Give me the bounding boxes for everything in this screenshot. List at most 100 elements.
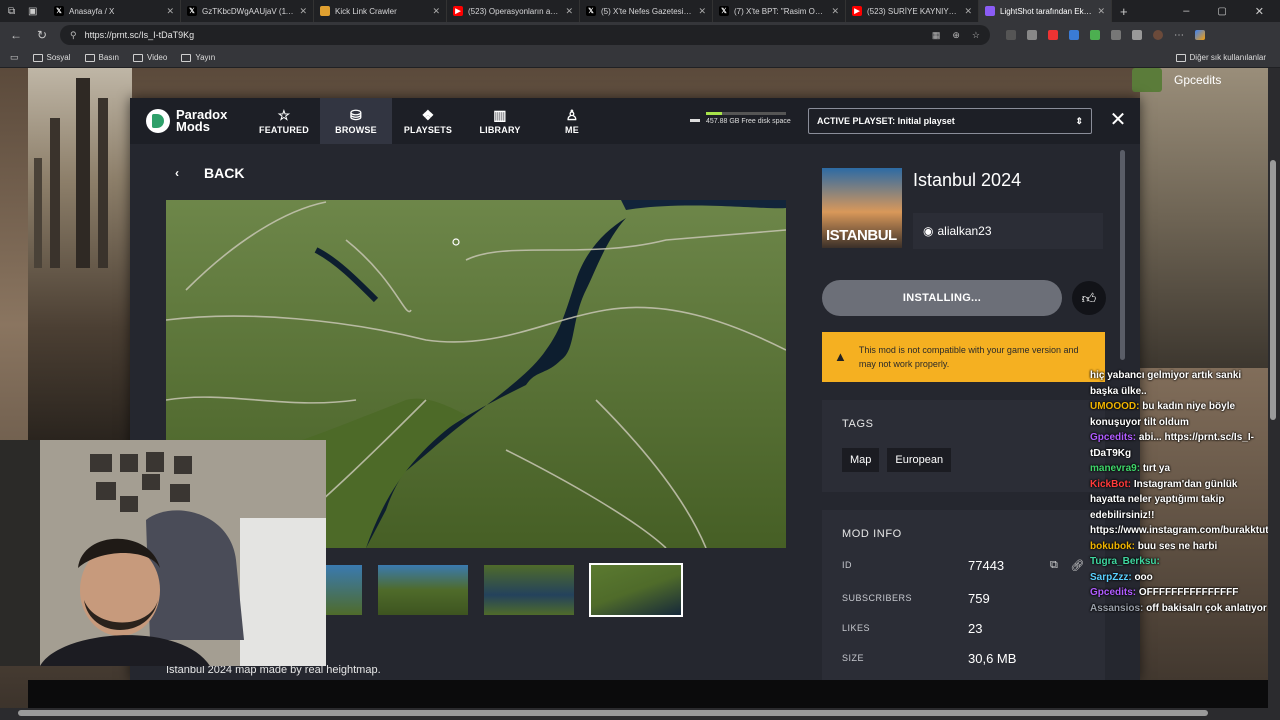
url-text: https://prnt.sc/Is_I-tDaT9Kg [84, 30, 195, 40]
city-scene-right [1140, 68, 1272, 368]
like-button[interactable]: 👍︎ [1072, 281, 1106, 315]
window-menu-icon[interactable]: ⧉ [8, 6, 24, 17]
chat-username[interactable]: Assansios: [1090, 603, 1143, 614]
chat-text: buu ses ne harbi [1137, 540, 1218, 552]
close-tab-icon[interactable]: ✕ [432, 6, 440, 17]
close-window-button[interactable]: ✕ [1255, 5, 1264, 18]
thumbnail[interactable] [378, 565, 468, 615]
tab-title: Anasayfa / X [69, 6, 115, 16]
tab-actions-icon[interactable]: ▣ [28, 6, 44, 17]
thumbnail[interactable] [326, 565, 362, 615]
bookmark-folder[interactable]: Video [133, 53, 167, 62]
nav-label: ME [565, 124, 579, 135]
close-tab-icon[interactable]: ✕ [964, 6, 972, 17]
profile-avatar[interactable] [1153, 29, 1163, 40]
nav-me[interactable]: ♙ ME [536, 98, 608, 144]
copilot-icon[interactable] [1195, 29, 1205, 40]
chat-username[interactable]: UMOOOD: [1090, 401, 1139, 412]
bookmark-folder[interactable]: Basın [84, 53, 119, 62]
tab-groups-icon[interactable]: ▭ [10, 52, 19, 63]
minimize-button[interactable]: – [1183, 5, 1189, 17]
active-playset-select[interactable]: ACTIVE PLAYSET: Initial playset ⇕ [808, 108, 1092, 134]
link-icon[interactable]: 🔗︎ [1070, 559, 1084, 572]
close-tab-icon[interactable]: ✕ [1097, 6, 1105, 17]
browser-tab[interactable]: ▶ (523) Operasyonların arka ✕ [447, 0, 580, 22]
chat-username[interactable]: Gpcedits: [1090, 587, 1136, 598]
browser-tab[interactable]: 𝕏 GzTKbcDWgAAUjaV (1151 ✕ [181, 0, 314, 22]
disk-free-text: 457.88 GB Free disk space [706, 118, 791, 125]
mod-thumbnail-label: ISTANBUL [826, 227, 897, 244]
bookmark-folder[interactable]: Sosyal [32, 53, 71, 62]
extension-icon[interactable] [1132, 29, 1142, 40]
disk-icon: ▬ [690, 113, 700, 125]
info-row-id: ID 77443 ⧉ 🔗︎ [842, 558, 1092, 573]
browser-tab[interactable]: 𝕏 (7) X'te BPT: "Rasim Ozan ✕ [713, 0, 846, 22]
chat-message: Tugra_Berksu: [1090, 554, 1270, 570]
horizontal-scroll-thumb[interactable] [18, 710, 1208, 716]
chat-username[interactable]: SarpZzz: [1090, 572, 1132, 583]
new-tab-button[interactable]: + [1120, 4, 1128, 19]
tab-title: LightShot tarafından Ekran [1000, 6, 1093, 16]
close-tab-icon[interactable]: ✕ [299, 6, 307, 17]
url-field[interactable]: ⚲ https://prnt.sc/Is_I-tDaT9Kg ▦ ⊕ ☆ [60, 25, 990, 45]
close-tab-icon[interactable]: ✕ [698, 6, 706, 17]
youtube-extension-icon[interactable] [1048, 29, 1058, 40]
nav-label: PLAYSETS [403, 124, 453, 135]
info-value: 23 [968, 620, 983, 636]
install-button[interactable]: INSTALLING... [822, 280, 1062, 316]
city-scene-left [28, 68, 132, 440]
thumbnail-selected[interactable] [589, 563, 683, 617]
extension-icon[interactable] [1111, 29, 1121, 40]
extension-icon[interactable] [1006, 29, 1016, 40]
nav-playsets[interactable]: ❖ PLAYSETS [392, 98, 464, 144]
maximize-button[interactable]: ▢ [1217, 6, 1226, 17]
browser-tab[interactable]: Kick Link Crawler ✕ [314, 0, 447, 22]
favorite-star-icon[interactable]: ☆ [972, 30, 980, 41]
author-link[interactable]: ◉ alialkan23 [913, 213, 1103, 249]
back-nav-icon[interactable]: ← [8, 28, 24, 42]
zoom-icon[interactable]: ⊕ [952, 30, 960, 41]
browser-tab[interactable]: ▶ (523) SURİYE KAYNIYOR! ✕ [846, 0, 979, 22]
extension-icon[interactable] [1027, 29, 1037, 40]
chat-username[interactable]: KickBot: [1090, 479, 1131, 490]
tag-chip[interactable]: European [887, 448, 952, 472]
chat-username[interactable]: bokubok: [1090, 541, 1135, 552]
more-menu-icon[interactable]: ⋯ [1174, 30, 1184, 41]
thumbnail[interactable] [484, 565, 574, 615]
chat-message: Gpcedits: abi... https://prnt.sc/Is_I-tD… [1090, 430, 1270, 461]
close-tab-icon[interactable]: ✕ [565, 6, 573, 17]
close-launcher-button[interactable]: ✕ [1106, 108, 1130, 132]
info-row-likes: LIKES 23 [842, 620, 1092, 636]
close-tab-icon[interactable]: ✕ [831, 6, 839, 17]
extension-icon[interactable] [1090, 29, 1100, 40]
browser-tab[interactable]: LightShot tarafından Ekran ✕ [979, 0, 1112, 22]
reader-icon[interactable]: ▦ [932, 30, 941, 41]
lightshot-icon [985, 6, 995, 16]
streamer-webcam [0, 440, 326, 666]
chat-username[interactable]: manevra9: [1090, 463, 1140, 474]
browser-tab[interactable]: 𝕏 Anasayfa / X ✕ [48, 0, 181, 22]
nav-browse[interactable]: ⛁ BROWSE [320, 98, 392, 144]
tag-chip[interactable]: Map [842, 448, 880, 472]
extension-icon[interactable] [1069, 29, 1079, 40]
mod-title: Istanbul 2024 [913, 170, 1022, 190]
nav-library[interactable]: ▥ LIBRARY [464, 98, 536, 144]
stream-chat: hiç yabancı gelmiyor artık sanki başka ü… [1090, 368, 1271, 708]
browser-tab[interactable]: 𝕏 (5) X'te Nefes Gazetesi: "İs ✕ [580, 0, 713, 22]
other-bookmarks[interactable]: Diğer sık kullanılanlar [1175, 53, 1266, 62]
launcher-scrollbar[interactable] [1120, 150, 1125, 360]
copy-icon[interactable]: ⧉ [1050, 559, 1058, 572]
reload-icon[interactable]: ↻ [34, 28, 50, 42]
site-info-icon[interactable]: ⚲ [70, 30, 77, 41]
chat-username[interactable]: Gpcedits: [1090, 432, 1136, 443]
close-tab-icon[interactable]: ✕ [166, 6, 174, 17]
nav-featured[interactable]: ☆ FEATURED [248, 98, 320, 144]
chat-username[interactable]: Tugra_Berksu: [1090, 556, 1160, 567]
chevron-left-icon: ‹ [175, 166, 179, 180]
tags-heading: TAGS [842, 418, 874, 430]
back-button[interactable]: ‹ BACK [166, 162, 244, 184]
bookmark-folder[interactable]: Yayın [181, 53, 215, 62]
paradox-mods-logo[interactable]: Paradox Mods [130, 98, 248, 144]
youtube-icon: ▶ [852, 6, 862, 16]
vertical-scroll-thumb[interactable] [1270, 160, 1276, 420]
